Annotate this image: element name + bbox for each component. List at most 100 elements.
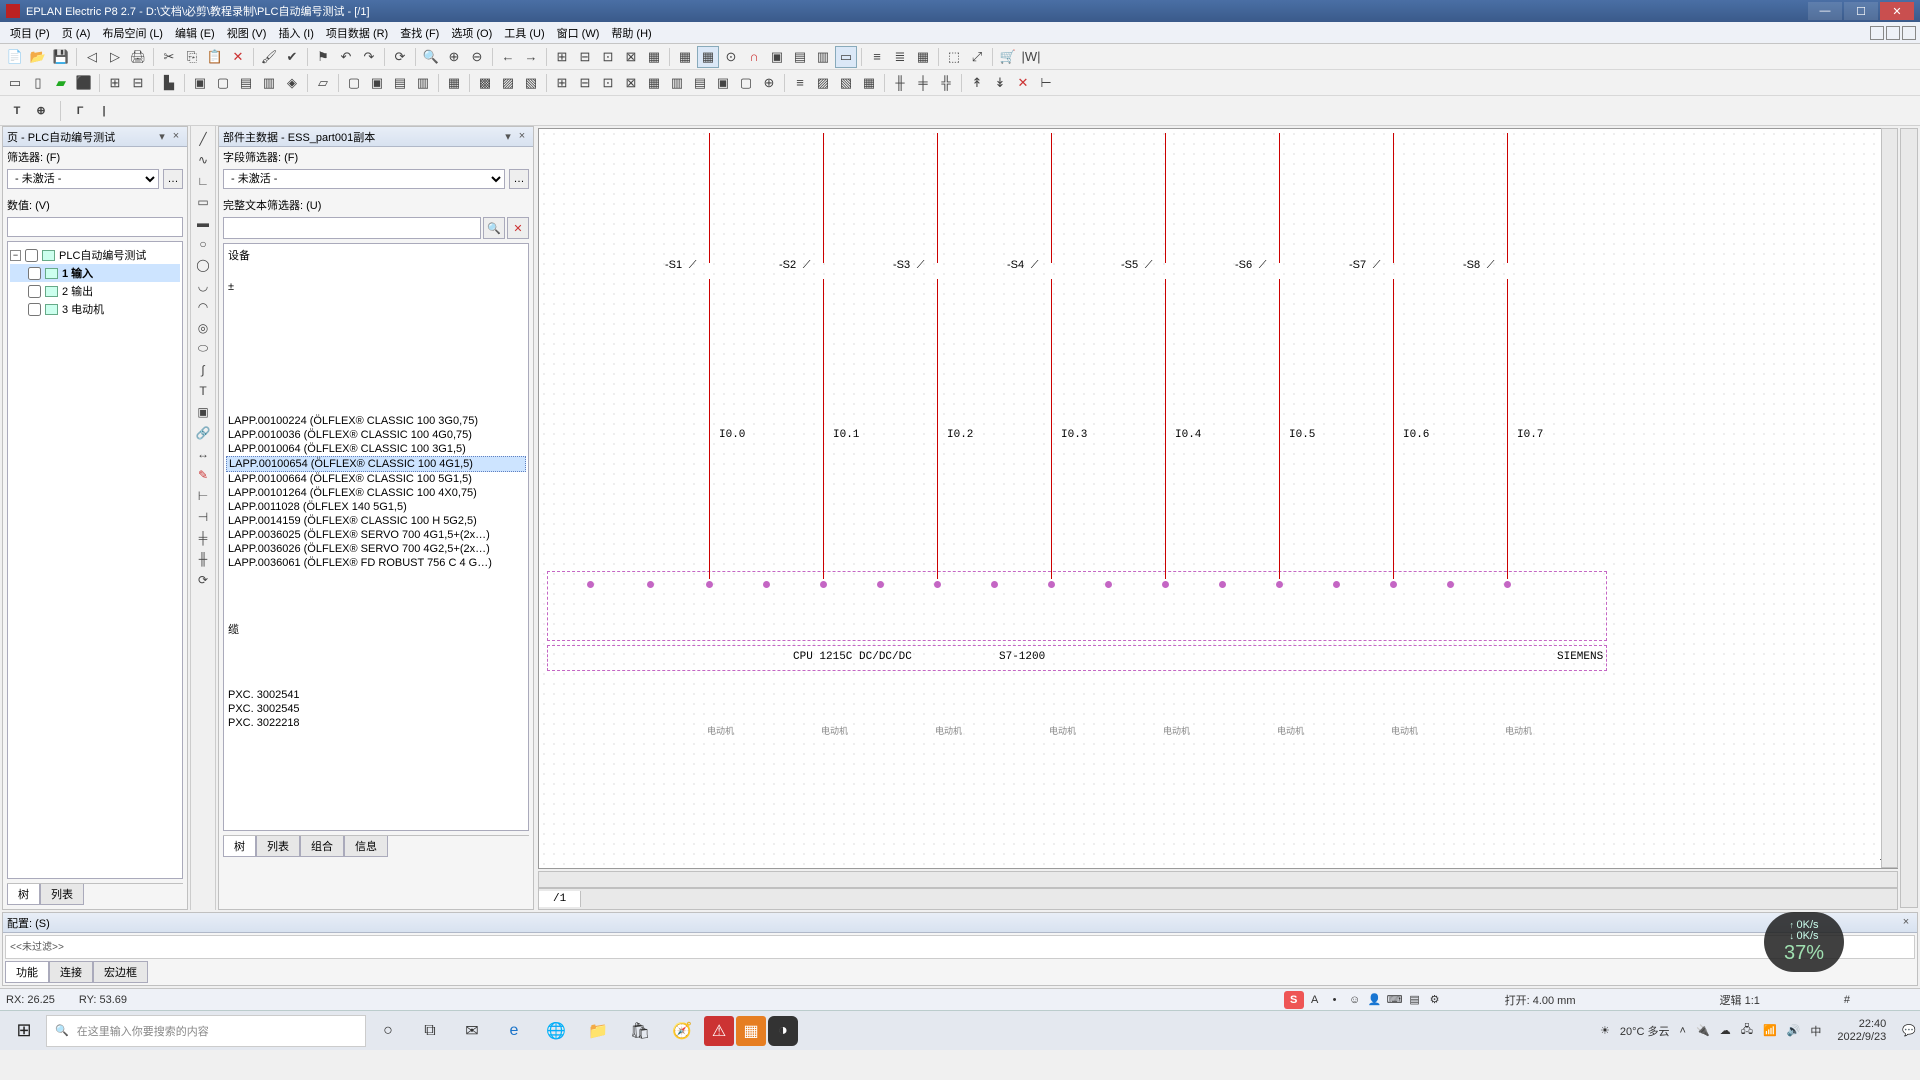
taskbar-mail-icon[interactable]: ✉: [452, 1015, 492, 1047]
status-a-icon[interactable]: A: [1306, 991, 1324, 1009]
delete-icon[interactable]: ✕: [227, 46, 249, 68]
t2-41-icon[interactable]: ✕: [1012, 72, 1034, 94]
next-page-icon[interactable]: ▷: [104, 46, 126, 68]
zoom-out-icon[interactable]: ⊖: [466, 46, 488, 68]
brush-icon[interactable]: 🖌: [258, 46, 280, 68]
parts-list[interactable]: 设备 ± LAPP.00100224 (ÖLFLEX® CLASSIC 100 …: [223, 243, 529, 831]
expand-icon[interactable]: −: [10, 250, 21, 261]
tool-a-icon[interactable]: ▣: [766, 46, 788, 68]
right-scroll-spacer[interactable]: [1900, 128, 1918, 908]
taskbar-browser-icon[interactable]: 🧭: [662, 1015, 702, 1047]
comp5-icon[interactable]: ▦: [643, 46, 665, 68]
t2-27-icon[interactable]: ▥: [666, 72, 688, 94]
cart-icon[interactable]: 🛒: [997, 46, 1019, 68]
t2-9-icon[interactable]: ▢: [212, 72, 234, 94]
parts-tab-info[interactable]: 信息: [344, 836, 388, 857]
tool-h-icon[interactable]: ⬚: [943, 46, 965, 68]
t2-13-icon[interactable]: ▱: [312, 72, 334, 94]
paste-icon[interactable]: 📋: [204, 46, 226, 68]
undo-icon[interactable]: ↶: [335, 46, 357, 68]
t2-23-icon[interactable]: ⊟: [574, 72, 596, 94]
placement-tab-macro[interactable]: 宏边框: [93, 961, 148, 983]
pages-filter-more-button[interactable]: …: [163, 169, 183, 189]
tray-notifications-icon[interactable]: 💬: [1902, 1024, 1916, 1037]
part-item[interactable]: LAPP.0011028 (ÖLFLEX 140 5G1,5): [226, 500, 526, 514]
t2-30-icon[interactable]: ▢: [735, 72, 757, 94]
menu-find[interactable]: 查找 (F): [394, 23, 445, 43]
part-item-selected[interactable]: LAPP.00100654 (ÖLFLEX® CLASSIC 100 4G1,5…: [226, 456, 526, 472]
schematic-canvas[interactable]: -S1 ⟋ I0.0 -S2 ⟋ I0.1 -S3 ⟋ I0.2 -S4 ⟋ I…: [538, 128, 1898, 869]
t2-35-icon[interactable]: ▦: [858, 72, 880, 94]
redo-icon[interactable]: ↷: [358, 46, 380, 68]
tool-b-icon[interactable]: ▤: [789, 46, 811, 68]
line-icon[interactable]: ╱: [192, 128, 214, 149]
field-filter-select[interactable]: - 未激活 -: [223, 169, 505, 189]
check-icon[interactable]: ✔: [281, 46, 303, 68]
prev-page-icon[interactable]: ◁: [81, 46, 103, 68]
placement-close-icon[interactable]: ×: [1899, 916, 1913, 930]
close-button[interactable]: ✕: [1880, 2, 1914, 20]
t2-33-icon[interactable]: ▨: [812, 72, 834, 94]
t2-25-icon[interactable]: ⊠: [620, 72, 642, 94]
pages-tab-tree[interactable]: 树: [7, 884, 40, 905]
t2-28-icon[interactable]: ▤: [689, 72, 711, 94]
zoom-in-icon[interactable]: ⊕: [443, 46, 465, 68]
mdi-minimize-button[interactable]: [1870, 26, 1884, 40]
t2-31-icon[interactable]: ⊕: [758, 72, 780, 94]
part-item[interactable]: PXC. 3002541: [226, 688, 526, 702]
print-icon[interactable]: 🖨: [127, 46, 149, 68]
part-item[interactable]: LAPP.0036026 (ÖLFLEX® SERVO 700 4G2,5+(2…: [226, 542, 526, 556]
tray-network-icon[interactable]: 🖧: [1741, 1021, 1753, 1040]
parts-cat-pm[interactable]: ±: [226, 280, 526, 294]
menu-view[interactable]: 视图 (V): [221, 23, 273, 43]
t2-12-icon[interactable]: ◈: [281, 72, 303, 94]
ellipse2-icon[interactable]: ⬭: [192, 338, 214, 359]
t2-39-icon[interactable]: ↟: [966, 72, 988, 94]
status-dot-icon[interactable]: •: [1326, 991, 1344, 1009]
text-width-icon[interactable]: |W|: [1020, 46, 1042, 68]
pages-filter-select[interactable]: - 未激活 -: [7, 169, 159, 189]
part-item[interactable]: PXC. 3002545: [226, 702, 526, 716]
save-icon[interactable]: 💾: [50, 46, 72, 68]
menu-window[interactable]: 窗口 (W): [551, 23, 606, 43]
menu-options[interactable]: 选项 (O): [445, 23, 498, 43]
open-icon[interactable]: 📂: [27, 46, 49, 68]
pages-tree[interactable]: − PLC自动编号测试 1 输入 2 输出 3 电动机: [7, 241, 183, 879]
tray-onedrive-icon[interactable]: ☁: [1720, 1024, 1731, 1037]
t2-37-icon[interactable]: ╪: [912, 72, 934, 94]
weather-text[interactable]: 20°C 多云: [1620, 1023, 1670, 1039]
t2-26-icon[interactable]: ▦: [643, 72, 665, 94]
t2-10-icon[interactable]: ▤: [235, 72, 257, 94]
tool-g-icon[interactable]: ▦: [912, 46, 934, 68]
parts-cat-device[interactable]: 设备: [226, 246, 526, 264]
t2-18-icon[interactable]: ▦: [443, 72, 465, 94]
nav-fwd-icon[interactable]: →: [520, 46, 542, 68]
mdi-restore-button[interactable]: [1886, 26, 1900, 40]
part-item[interactable]: LAPP.0036025 (ÖLFLEX® SERVO 700 4G1,5+(2…: [226, 528, 526, 542]
tree-check[interactable]: [28, 303, 41, 316]
tray-chevron-icon[interactable]: ˄: [1680, 1025, 1686, 1037]
t2-1-icon[interactable]: ▭: [4, 72, 26, 94]
t2-16-icon[interactable]: ▤: [389, 72, 411, 94]
menu-projectdata[interactable]: 项目数据 (R): [320, 23, 394, 43]
tray-ime-icon[interactable]: 中: [1810, 1023, 1821, 1039]
filled-rect-icon[interactable]: ▬: [192, 212, 214, 233]
weather-icon[interactable]: ☀: [1600, 1024, 1610, 1037]
menu-project[interactable]: 项目 (P): [4, 23, 56, 43]
t2-22-icon[interactable]: ⊞: [551, 72, 573, 94]
status-ime-icon[interactable]: S: [1284, 991, 1304, 1009]
t2-29-icon[interactable]: ▣: [712, 72, 734, 94]
rect-icon[interactable]: ▭: [192, 191, 214, 212]
t2-4-icon[interactable]: ⬛: [73, 72, 95, 94]
link-icon[interactable]: 🔗: [192, 422, 214, 443]
t2-42-icon[interactable]: ⊢: [1035, 72, 1057, 94]
parts-tab-combo[interactable]: 组合: [300, 836, 344, 857]
t2-15-icon[interactable]: ▣: [366, 72, 388, 94]
part-item[interactable]: PXC. 3022218: [226, 716, 526, 730]
status-user-icon[interactable]: 👤: [1366, 991, 1384, 1009]
polyline-icon[interactable]: ∿: [192, 149, 214, 170]
conn1-icon[interactable]: ⊢: [192, 485, 214, 506]
tool-f-icon[interactable]: ≣: [889, 46, 911, 68]
tree-check[interactable]: [28, 285, 41, 298]
t2-34-icon[interactable]: ▧: [835, 72, 857, 94]
